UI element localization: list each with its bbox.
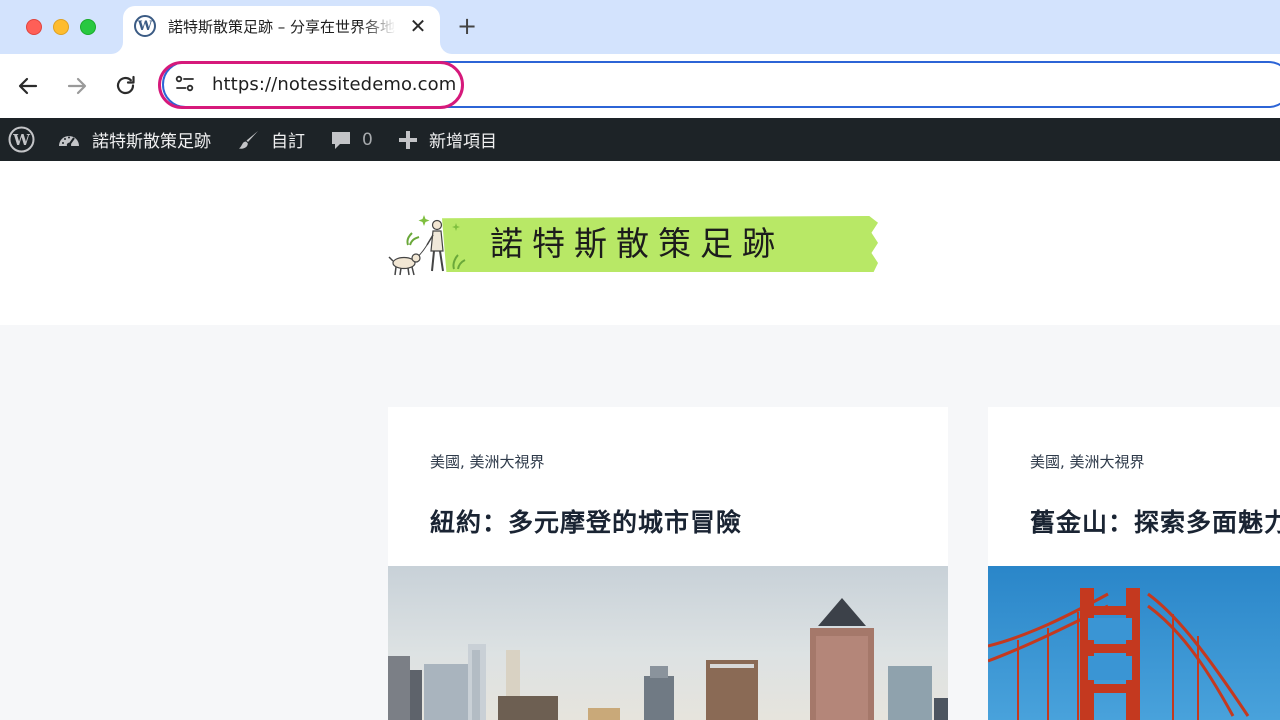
walker-with-dog-icon: [388, 215, 466, 276]
post-categories[interactable]: 美國, 美洲大視界: [1030, 451, 1145, 472]
site-info-icon[interactable]: [174, 73, 196, 95]
post-thumbnail-new-york-skyline[interactable]: [388, 566, 948, 720]
arrow-left-icon: [18, 77, 38, 95]
dashboard-icon: [59, 135, 79, 147]
tab-close-icon[interactable]: ✕: [407, 15, 429, 37]
reload-icon: [116, 75, 135, 95]
post-card[interactable]: 美國, 美洲大視界 舊金山：探索多面魅力: [988, 407, 1280, 720]
forward-button[interactable]: [61, 70, 93, 102]
post-card[interactable]: 美國, 美洲大視界 紐約：多元摩登的城市冒險: [388, 407, 948, 720]
logo-text: 諾特斯散策足跡: [490, 224, 784, 263]
wordpress-icon: W: [134, 15, 156, 37]
browser-tab-strip: W 諾特斯散策足跡 – 分享在世界各地的旅行筆記 ✕ +: [0, 0, 1280, 54]
admin-bar-site-name[interactable]: 諾特斯散策足跡: [57, 118, 211, 161]
bridge-illustration: [988, 588, 1250, 720]
post-title[interactable]: 舊金山：探索多面魅力: [1030, 503, 1280, 539]
post-categories[interactable]: 美國, 美洲大視界: [430, 451, 545, 472]
back-button[interactable]: [12, 70, 44, 102]
wp-logo-menu[interactable]: W: [8, 118, 35, 161]
plus-icon: [399, 130, 417, 149]
skyline-buildings: [388, 598, 948, 720]
browser-tab-active[interactable]: W 諾特斯散策足跡 – 分享在世界各地的旅行筆記 ✕: [123, 6, 440, 54]
admin-bar-customize-label: 自訂: [271, 132, 305, 152]
admin-bar-comments[interactable]: 0: [330, 118, 373, 161]
svg-text:W: W: [12, 131, 31, 149]
maximize-window-button[interactable]: [80, 19, 96, 35]
browser-toolbar: https://notessitedemo.com: [0, 54, 1280, 118]
site-logo[interactable]: 諾特斯散策足跡: [388, 211, 882, 279]
posts-grid: 美國, 美洲大視界 紐約：多元摩登的城市冒險 美國, 美洲大視界 舊金山：探索多…: [0, 325, 1280, 720]
reload-button[interactable]: [110, 70, 142, 102]
site-header: 諾特斯散策足跡: [0, 161, 1280, 325]
new-tab-button[interactable]: +: [455, 13, 479, 39]
tab-title: 諾特斯散策足跡 – 分享在世界各地的旅行筆記: [168, 18, 396, 36]
admin-bar-site-label: 諾特斯散策足跡: [92, 132, 211, 152]
address-bar[interactable]: https://notessitedemo.com: [162, 61, 1280, 108]
close-window-button[interactable]: [26, 19, 42, 35]
admin-bar-new-label: 新增項目: [429, 132, 497, 152]
url-text: https://notessitedemo.com: [212, 74, 457, 95]
admin-bar-comments-count: 0: [362, 129, 373, 150]
post-thumbnail-golden-gate-bridge[interactable]: [988, 566, 1280, 720]
wp-admin-bar: W 諾特斯散策足跡 自訂 0 新增項目: [0, 118, 1280, 161]
post-title[interactable]: 紐約：多元摩登的城市冒險: [430, 503, 742, 539]
minimize-window-button[interactable]: [53, 19, 69, 35]
paintbrush-icon: [239, 130, 258, 149]
wordpress-icon: W: [8, 126, 35, 153]
admin-bar-customize[interactable]: 自訂: [238, 118, 305, 161]
admin-bar-new-content[interactable]: 新增項目: [398, 118, 497, 161]
comment-icon: [332, 131, 350, 149]
arrow-right-icon: [67, 77, 87, 95]
